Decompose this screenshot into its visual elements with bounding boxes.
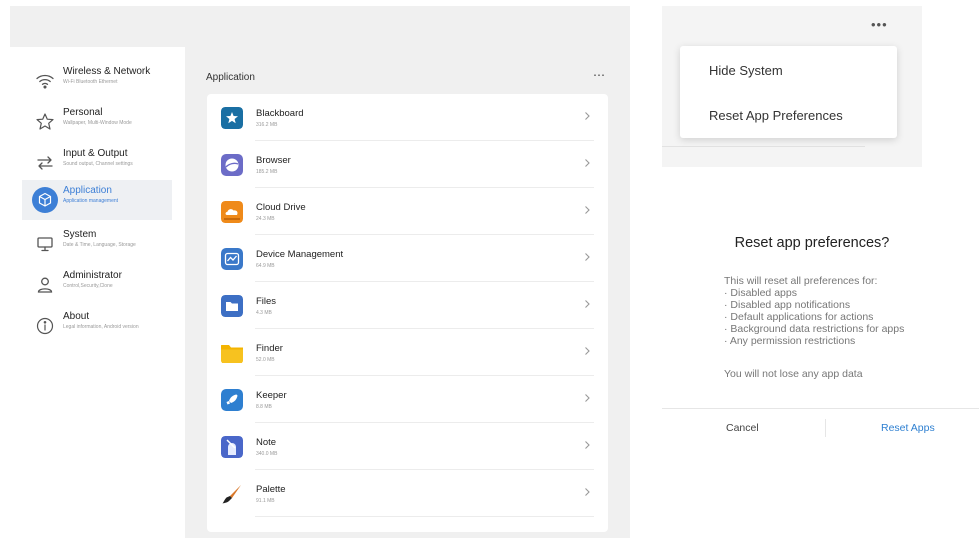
device-management-icon <box>221 248 243 270</box>
sidebar-item-title: Administrator <box>63 270 122 281</box>
dialog-note: You will not lose any app data <box>724 368 863 380</box>
app-name: Keeper <box>256 390 287 401</box>
app-size: 340.0 MB <box>256 451 278 457</box>
more-options-icon[interactable]: ⋯ <box>593 68 606 82</box>
chevron-right-icon <box>585 347 590 355</box>
app-name: Device Management <box>256 249 344 260</box>
finder-folder-icon <box>221 345 243 363</box>
app-row-blackboard[interactable]: Blackboard 316.2 MB <box>207 94 608 141</box>
dialog-bullet: · Default applications for actions <box>724 311 874 323</box>
sidebar-item-subtitle: Control,Security,Clone <box>63 283 113 289</box>
star-icon <box>36 113 54 130</box>
menu-item-hide-system[interactable]: Hide System <box>709 63 783 78</box>
app-row-device-management[interactable]: Device Management 64.9 MB <box>207 235 608 282</box>
sidebar-item-subtitle: Wi-Fi Bluetooth Ethernet <box>63 79 118 85</box>
sidebar-item-personal[interactable]: Personal Wallpaper, Multi-Window Mode <box>22 102 172 142</box>
sidebar-item-input-output[interactable]: Input & Output Sound output, Channel set… <box>22 143 172 183</box>
browser-icon <box>221 154 243 176</box>
user-icon <box>37 277 53 293</box>
app-row-note[interactable]: Note 340.0 MB <box>207 423 608 470</box>
sidebar-item-title: Personal <box>63 107 103 118</box>
row-divider <box>255 516 594 517</box>
dialog-title: Reset app preferences? <box>734 235 890 251</box>
app-list: Blackboard 316.2 MB Browser 185.2 MB Clo… <box>207 94 608 532</box>
dialog-intro: This will reset all preferences for: <box>724 275 878 287</box>
sidebar-item-title: About <box>63 311 90 322</box>
sidebar-item-title: Application <box>63 185 112 196</box>
chevron-right-icon <box>585 206 590 214</box>
dialog-bullet: · Disabled app notifications <box>724 299 851 311</box>
page-title: Application <box>206 72 255 83</box>
settings-window: Wireless & Network Wi-Fi Bluetooth Ether… <box>10 6 630 538</box>
sidebar-item-subtitle: Wallpaper, Multi-Window Mode <box>63 120 132 126</box>
app-name: Palette <box>256 484 286 495</box>
sidebar-item-about[interactable]: About Legal information, Android version <box>22 306 172 346</box>
menu-item-reset-app-preferences[interactable]: Reset App Preferences <box>709 108 843 123</box>
sidebar-item-subtitle: Application management <box>63 198 119 204</box>
sidebar-item-title: Input & Output <box>63 148 128 159</box>
app-row-keeper[interactable]: Keeper 8.8 MB <box>207 376 608 423</box>
sidebar-item-subtitle: Date & Time, Language, Storage <box>63 242 136 248</box>
dialog-bullet: · Any permission restrictions <box>724 335 856 347</box>
app-size: 4.3 MB <box>256 310 272 316</box>
chevron-right-icon <box>585 159 590 167</box>
app-row-browser[interactable]: Browser 185.2 MB <box>207 141 608 188</box>
chevron-right-icon <box>585 394 590 402</box>
more-options-icon[interactable]: ••• <box>871 17 888 32</box>
palette-brush-icon <box>222 485 241 504</box>
cube-icon <box>32 187 58 213</box>
app-name: Blackboard <box>256 108 304 119</box>
chevron-right-icon <box>585 441 590 449</box>
app-name: Browser <box>256 155 291 166</box>
cancel-button[interactable]: Cancel <box>726 422 759 434</box>
app-size: 8.8 MB <box>256 404 272 410</box>
blackboard-icon <box>221 107 243 129</box>
sidebar-item-title: System <box>63 229 97 240</box>
app-row-cloud-drive[interactable]: Cloud Drive 24.3 MB <box>207 188 608 235</box>
overflow-menu-screen: ••• Hide System Reset App Preferences <box>662 6 922 167</box>
app-name: Files <box>256 296 277 307</box>
chevron-right-icon <box>585 300 590 308</box>
app-row-finder[interactable]: Finder 52.0 MB <box>207 329 608 376</box>
chevron-right-icon <box>585 488 590 496</box>
app-size: 52.0 MB <box>256 357 275 363</box>
chevron-right-icon <box>585 112 590 120</box>
app-size: 24.3 MB <box>256 216 275 222</box>
monitor-icon <box>37 237 53 252</box>
sidebar-item-title: Wireless & Network <box>63 66 151 77</box>
app-row-files[interactable]: Files 4.3 MB <box>207 282 608 329</box>
cloud-drive-icon <box>221 201 243 223</box>
app-name: Note <box>256 437 277 448</box>
swap-arrows-icon <box>37 156 53 170</box>
keeper-icon <box>221 389 243 411</box>
reset-apps-button[interactable]: Reset Apps <box>881 422 935 434</box>
app-size: 185.2 MB <box>256 169 278 175</box>
button-separator <box>825 419 826 437</box>
divider <box>662 408 979 409</box>
dialog-message: This will reset all preferences for: · D… <box>724 275 904 347</box>
sidebar-item-application[interactable]: Application Application management <box>22 180 172 220</box>
divider <box>662 146 865 147</box>
app-size: 316.2 MB <box>256 122 278 128</box>
settings-sidebar: Wireless & Network Wi-Fi Bluetooth Ether… <box>10 47 185 538</box>
sidebar-item-wireless-network[interactable]: Wireless & Network Wi-Fi Bluetooth Ether… <box>22 61 172 101</box>
app-size: 91.1 MB <box>256 498 275 504</box>
overflow-menu: Hide System Reset App Preferences <box>680 46 897 138</box>
chevron-right-icon <box>585 253 590 261</box>
sidebar-item-administrator[interactable]: Administrator Control,Security,Clone <box>22 265 172 305</box>
dialog-bullet: · Background data restrictions for apps <box>724 323 905 335</box>
reset-preferences-dialog: Reset app preferences? This will reset a… <box>662 211 979 451</box>
sidebar-item-subtitle: Sound output, Channel settings <box>63 161 133 167</box>
app-row-palette[interactable]: Palette 91.1 MB <box>207 470 608 517</box>
dialog-bullet: · Disabled apps <box>724 287 797 299</box>
sidebar-item-system[interactable]: System Date & Time, Language, Storage <box>22 224 172 264</box>
folder-icon <box>221 295 243 317</box>
info-icon <box>36 317 54 335</box>
note-icon <box>221 436 243 458</box>
wifi-icon <box>36 74 54 89</box>
sidebar-item-subtitle: Legal information, Android version <box>63 324 139 330</box>
app-name: Cloud Drive <box>256 202 306 213</box>
app-name: Finder <box>256 343 283 354</box>
app-size: 64.9 MB <box>256 263 275 269</box>
